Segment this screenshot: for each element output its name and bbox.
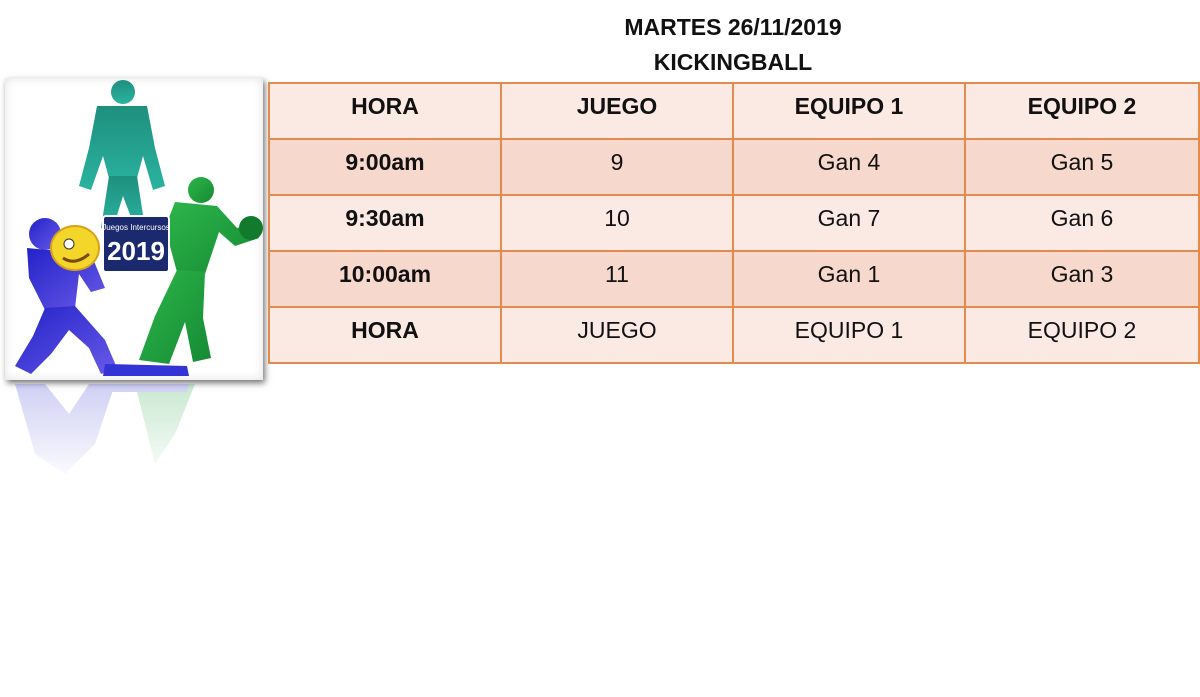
footer-equipo-2: EQUIPO 2: [964, 306, 1200, 364]
juegos-intercursos-badge: Juegos Intercursos 2019: [102, 215, 170, 273]
header-equipo-2: EQUIPO 2: [964, 82, 1200, 140]
cell-equipo-1: Gan 1: [732, 250, 966, 308]
cell-juego: 11: [500, 250, 734, 308]
table-header-row: HORA JUEGO EQUIPO 1 EQUIPO 2: [268, 82, 1200, 140]
cell-equipo-2: Gan 6: [964, 194, 1200, 252]
table-row: 9:30am 10 Gan 7 Gan 6: [268, 194, 1200, 252]
schedule-table: HORA JUEGO EQUIPO 1 EQUIPO 2 9:00am 9 Ga…: [268, 82, 1200, 364]
table-row: 10:00am 11 Gan 1 Gan 3: [268, 250, 1200, 308]
table-row: 9:00am 9 Gan 4 Gan 5: [268, 138, 1200, 196]
badge-text: Juegos Intercursos: [102, 223, 170, 232]
table-footer-row: HORA JUEGO EQUIPO 1 EQUIPO 2: [268, 306, 1200, 364]
schedule-date-title: MARTES 26/11/2019: [624, 14, 842, 40]
cell-equipo-2: Gan 5: [964, 138, 1200, 196]
cell-juego: 9: [500, 138, 734, 196]
sport-title: KICKINGBALL: [653, 49, 813, 75]
cell-equipo-1: Gan 4: [732, 138, 966, 196]
cell-hora: 9:00am: [268, 138, 502, 196]
badge-year: 2019: [107, 236, 165, 266]
cell-juego: 10: [500, 194, 734, 252]
header-juego: JUEGO: [500, 82, 734, 140]
header-equipo-1: EQUIPO 1: [732, 82, 966, 140]
teal-player-silhouette: [79, 80, 165, 228]
cell-equipo-2: Gan 3: [964, 250, 1200, 308]
mascot-logo: [50, 225, 100, 271]
cell-hora: 9:30am: [268, 194, 502, 252]
cell-hora: 10:00am: [268, 250, 502, 308]
logo-reflection: [5, 384, 263, 484]
footer-hora: HORA: [268, 306, 502, 364]
header-hora: HORA: [268, 82, 502, 140]
event-logo: Juegos Intercursos 2019: [5, 78, 263, 380]
footer-equipo-1: EQUIPO 1: [732, 306, 966, 364]
footer-juego: JUEGO: [500, 306, 734, 364]
players-logo-graphic: Juegos Intercursos 2019: [15, 80, 263, 376]
cell-equipo-1: Gan 7: [732, 194, 966, 252]
